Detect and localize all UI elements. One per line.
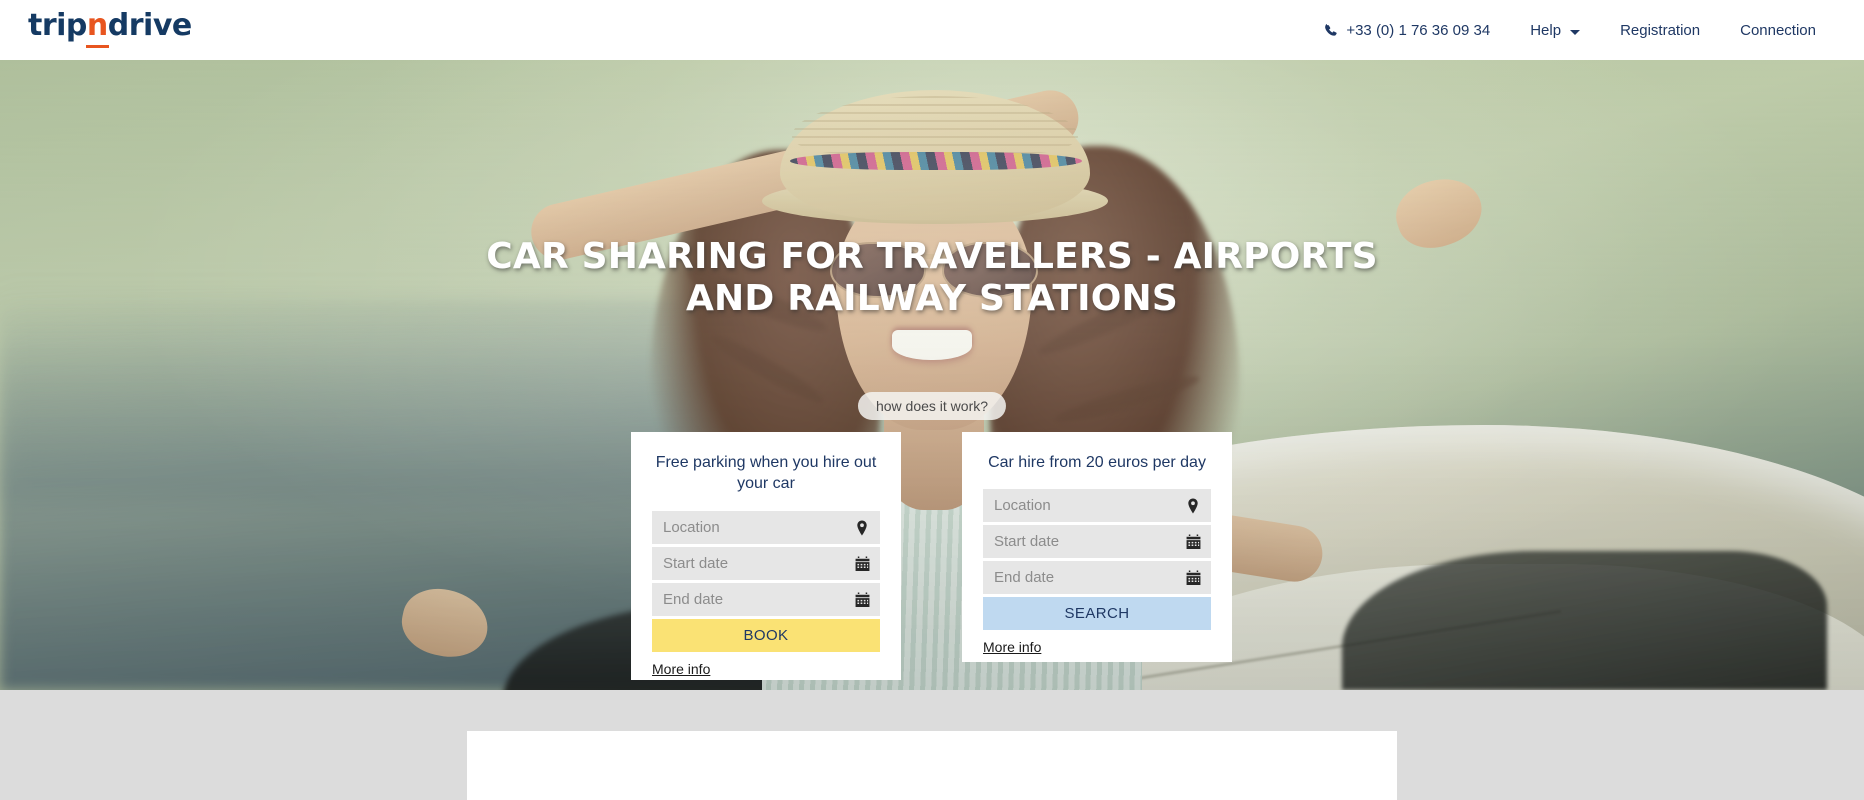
hire-location-placeholder: Location bbox=[994, 497, 1051, 515]
rent-out-start-date-placeholder: Start date bbox=[663, 555, 729, 573]
header-phone-number: +33 (0) 1 76 36 09 34 bbox=[1346, 21, 1491, 39]
nav-item-help-label: Help bbox=[1530, 21, 1562, 39]
content-panel bbox=[467, 731, 1397, 800]
calendar-icon bbox=[1186, 570, 1201, 585]
logo-part1: trip bbox=[28, 8, 87, 43]
hero-banner: CAR SHARING FOR TRAVELLERS - AIRPORTS AN… bbox=[0, 60, 1864, 690]
rent-out-more-info-link[interactable]: More info bbox=[652, 661, 710, 677]
how-does-it-work-button[interactable]: how does it work? bbox=[857, 392, 1007, 420]
hire-end-date-field[interactable]: End date bbox=[983, 561, 1211, 595]
nav-item-registration-label: Registration bbox=[1620, 21, 1701, 39]
calendar-icon bbox=[855, 592, 870, 607]
content-section bbox=[0, 690, 1864, 800]
nav-item-connection-label: Connection bbox=[1740, 21, 1816, 39]
photo-highlight bbox=[0, 60, 1864, 690]
hire-end-date-placeholder: End date bbox=[994, 569, 1055, 587]
hero-headline-line1: CAR SHARING FOR TRAVELLERS - AIRPORTS bbox=[486, 236, 1378, 277]
hire-location-field[interactable]: Location bbox=[983, 489, 1211, 523]
phone-icon bbox=[1324, 23, 1339, 38]
hire-card: Car hire from 20 euros per day Location … bbox=[962, 432, 1232, 662]
nav-item-connection[interactable]: Connection bbox=[1720, 0, 1836, 60]
hire-more-info-link[interactable]: More info bbox=[983, 639, 1041, 655]
map-pin-icon bbox=[855, 520, 869, 536]
hire-card-title: Car hire from 20 euros per day bbox=[988, 454, 1206, 471]
search-button[interactable]: SEARCH bbox=[983, 597, 1211, 631]
logo-part2: drive bbox=[107, 8, 192, 43]
nav-item-registration[interactable]: Registration bbox=[1600, 0, 1720, 60]
rent-out-location-placeholder: Location bbox=[663, 519, 720, 537]
header-phone[interactable]: +33 (0) 1 76 36 09 34 bbox=[1304, 0, 1510, 60]
calendar-icon bbox=[855, 556, 870, 571]
site-logo[interactable]: tripndrive bbox=[28, 8, 192, 43]
nav-item-help[interactable]: Help bbox=[1510, 0, 1600, 60]
rent-out-start-date-field[interactable]: Start date bbox=[652, 547, 880, 581]
hire-start-date-field[interactable]: Start date bbox=[983, 525, 1211, 559]
hero-headline: CAR SHARING FOR TRAVELLERS - AIRPORTS AN… bbox=[0, 236, 1864, 320]
hero-headline-line2: AND RAILWAY STATIONS bbox=[685, 277, 1178, 319]
header-nav: +33 (0) 1 76 36 09 34 Help Registration … bbox=[1304, 0, 1836, 60]
hero-photo bbox=[0, 60, 1864, 690]
book-button[interactable]: BOOK bbox=[652, 619, 880, 653]
rent-out-end-date-field[interactable]: End date bbox=[652, 583, 880, 617]
site-header: tripndrive +33 (0) 1 76 36 09 34 Help Re… bbox=[0, 0, 1864, 60]
calendar-icon bbox=[1186, 534, 1201, 549]
chevron-down-icon bbox=[1570, 29, 1581, 35]
rent-out-location-field[interactable]: Location bbox=[652, 511, 880, 545]
rent-out-card-title: Free parking when you hire out your car bbox=[655, 454, 877, 493]
logo-accent-n: n bbox=[86, 8, 108, 43]
map-pin-icon bbox=[1186, 498, 1200, 514]
rent-out-end-date-placeholder: End date bbox=[663, 591, 724, 609]
hire-start-date-placeholder: Start date bbox=[994, 533, 1060, 551]
rent-out-card: Free parking when you hire out your car … bbox=[631, 432, 901, 680]
